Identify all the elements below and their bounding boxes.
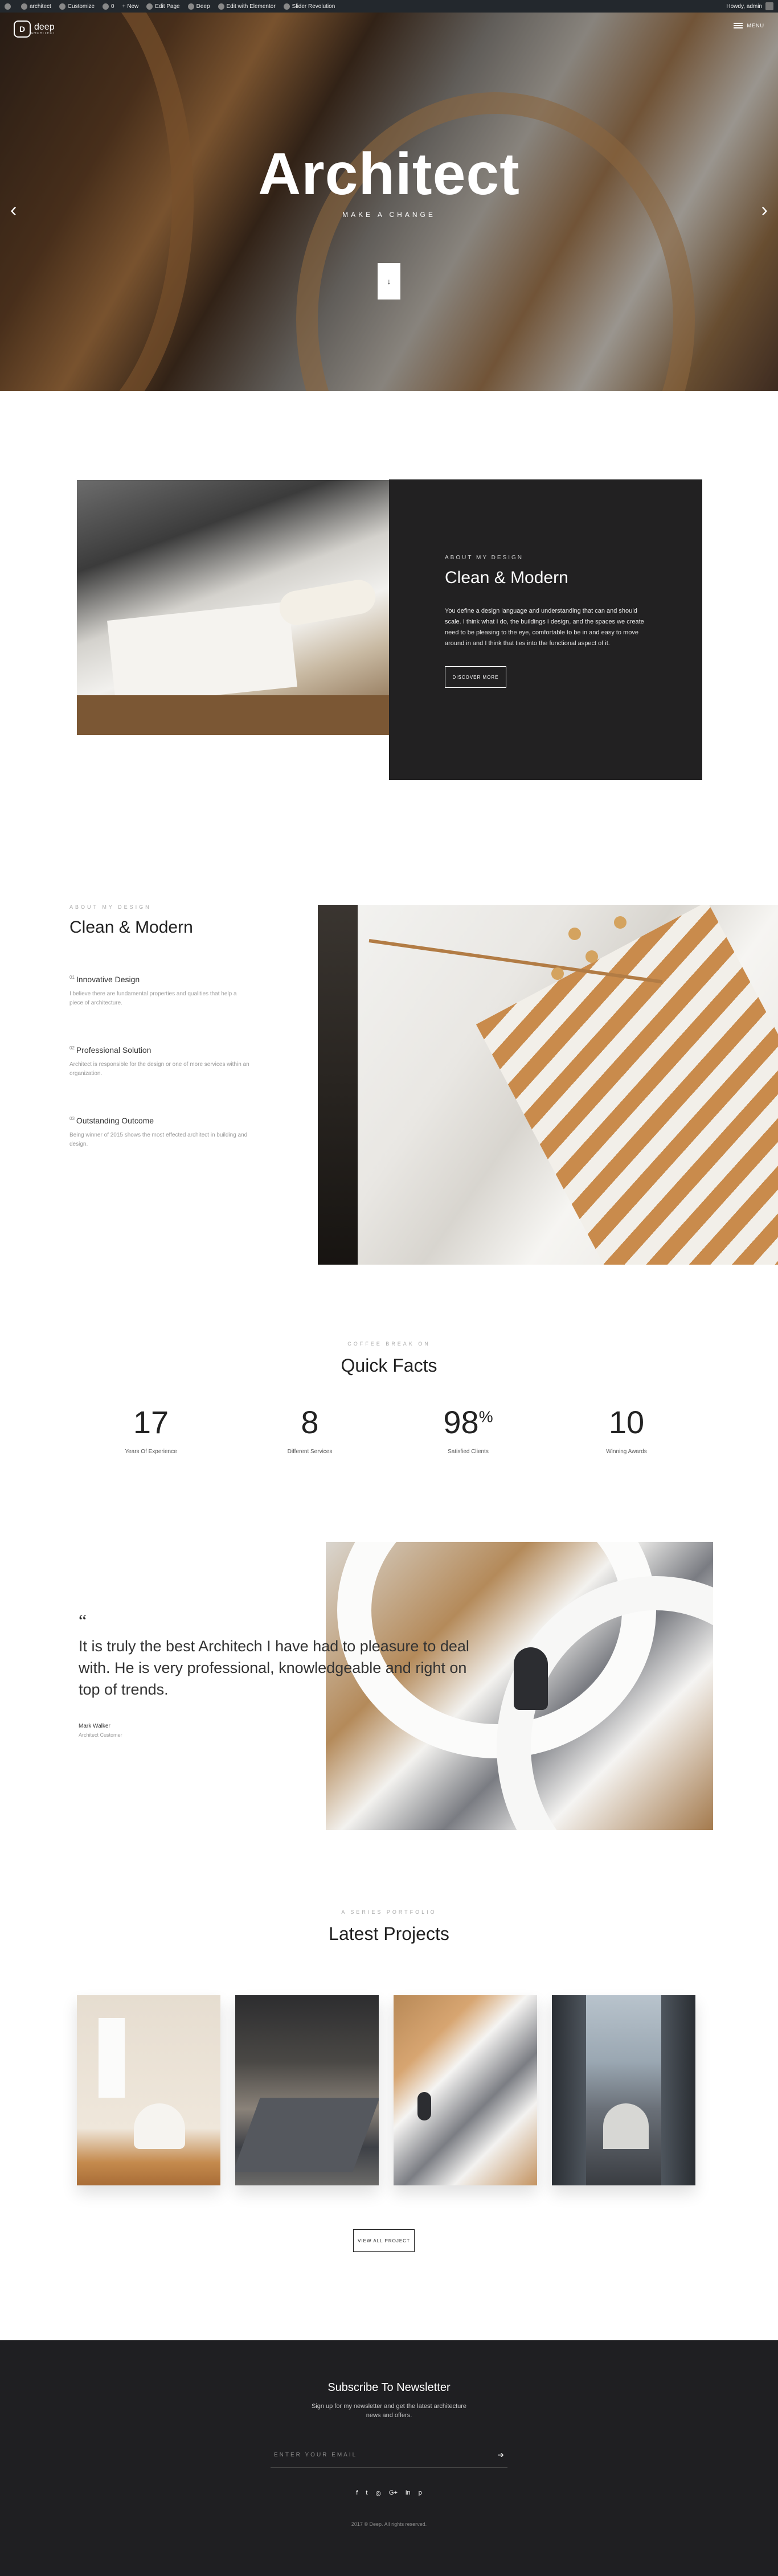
testimonial-role: Architect Customer xyxy=(79,1732,122,1738)
quote-icon: “ xyxy=(79,1610,87,1631)
google-plus-icon[interactable]: G+ xyxy=(389,2489,398,2497)
admin-bar: architect Customize 0 + New Edit Page De… xyxy=(0,0,778,13)
feature-item: 02 Professional Solution Architect is res… xyxy=(69,1045,249,1077)
project-card[interactable] xyxy=(552,1995,695,2185)
pinterest-icon[interactable]: p xyxy=(419,2489,422,2497)
facts-title: Quick Facts xyxy=(341,1355,437,1376)
comment-icon xyxy=(103,3,109,10)
about-eyebrow: ABOUT MY DESIGN xyxy=(445,555,523,561)
footer: Subscribe To Newsletter Sign up for my n… xyxy=(0,2340,778,2576)
newsletter-title: Subscribe To Newsletter xyxy=(327,2381,451,2394)
logo-name: deep xyxy=(34,22,55,32)
staircase-image xyxy=(318,905,778,1265)
twitter-icon[interactable]: t xyxy=(366,2489,367,2497)
copyright: 2017 © Deep. All rights reserved. xyxy=(351,2521,427,2527)
slider-icon xyxy=(283,3,290,10)
email-field[interactable] xyxy=(274,2452,498,2458)
fact-item: 10 Winning Awards xyxy=(606,1404,647,1455)
linkedin-icon[interactable]: in xyxy=(406,2489,411,2497)
logo-sub: ARCHITECT xyxy=(31,32,56,35)
admin-slider[interactable]: Slider Revolution xyxy=(283,3,335,10)
testimonial-name: Mark Walker xyxy=(79,1723,110,1729)
elementor-icon xyxy=(218,3,224,10)
admin-edit-page[interactable]: Edit Page xyxy=(146,3,180,10)
site-logo[interactable]: D deep ARCHITECT xyxy=(14,20,55,38)
newsletter-form: ➔ xyxy=(271,2443,507,2468)
discover-more-button[interactable]: DISCOVER MORE xyxy=(445,666,506,688)
feature-item: 03 Outstanding Outcome Being winner of 20… xyxy=(69,1116,248,1147)
deep-icon xyxy=(187,3,194,10)
hero-tagline: MAKE A CHANGE xyxy=(342,211,436,219)
arrow-down-icon: ↓ xyxy=(387,277,391,286)
feature-item: 01 Innovative Design I believe there are … xyxy=(69,975,237,1006)
fact-item: 98% Satisfied Clients xyxy=(443,1404,493,1455)
send-arrow-icon[interactable]: ➔ xyxy=(497,2450,504,2460)
about-body: You define a design language and underst… xyxy=(445,608,644,647)
features-title: Clean & Modern xyxy=(69,918,193,937)
admin-site-name[interactable]: architect xyxy=(21,3,51,10)
facebook-icon[interactable]: f xyxy=(356,2489,358,2497)
menu-button[interactable]: MENU xyxy=(733,23,765,28)
about-image xyxy=(77,480,389,735)
about-title: Clean & Modern xyxy=(445,568,568,587)
newsletter-subtitle: Sign up for my newsletter and get the la… xyxy=(311,2403,467,2419)
portfolio-eyebrow: A SERIES PORTFOLIO xyxy=(341,1909,437,1915)
instagram-icon[interactable]: ◎ xyxy=(375,2489,381,2497)
logo-mark: D xyxy=(14,20,31,38)
project-card[interactable] xyxy=(394,1995,537,2185)
portfolio-title: Latest Projects xyxy=(329,1923,449,1944)
hamburger-icon xyxy=(733,23,743,28)
admin-account[interactable]: Howdy, admin xyxy=(726,2,773,10)
avatar xyxy=(765,2,773,10)
home-icon xyxy=(21,3,27,10)
scroll-down-button[interactable]: ↓ xyxy=(378,263,400,300)
fact-item: 17 Years Of Experience xyxy=(125,1404,177,1455)
admin-deep[interactable]: Deep xyxy=(187,3,210,10)
hero-slider: D deep ARCHITECT MENU ‹ › Architect MAKE… xyxy=(0,13,778,391)
fact-item: 8 Different Services xyxy=(287,1404,333,1455)
brush-icon xyxy=(59,3,65,10)
admin-new[interactable]: + New xyxy=(122,3,139,10)
features-eyebrow: ABOUT MY DESIGN xyxy=(69,904,151,910)
social-links: f t ◎ G+ in p xyxy=(0,2489,778,2497)
wp-logo-icon[interactable] xyxy=(5,3,13,10)
facts-eyebrow: COFFEE BREAK ON xyxy=(347,1341,431,1347)
admin-customize[interactable]: Customize xyxy=(59,3,95,10)
about-card: ABOUT MY DESIGN Clean & Modern You defin… xyxy=(389,479,702,780)
project-card[interactable] xyxy=(235,1995,379,2185)
testimonial-text: It is truly the best Architech I have ha… xyxy=(79,1638,469,1698)
admin-elementor[interactable]: Edit with Elementor xyxy=(218,3,276,10)
pencil-icon xyxy=(146,3,153,10)
view-all-projects-button[interactable]: VIEW ALL PROJECT xyxy=(353,2229,415,2252)
hero-title: Architect xyxy=(258,141,520,207)
admin-comments[interactable]: 0 xyxy=(103,3,114,10)
project-card[interactable] xyxy=(77,1995,220,2185)
